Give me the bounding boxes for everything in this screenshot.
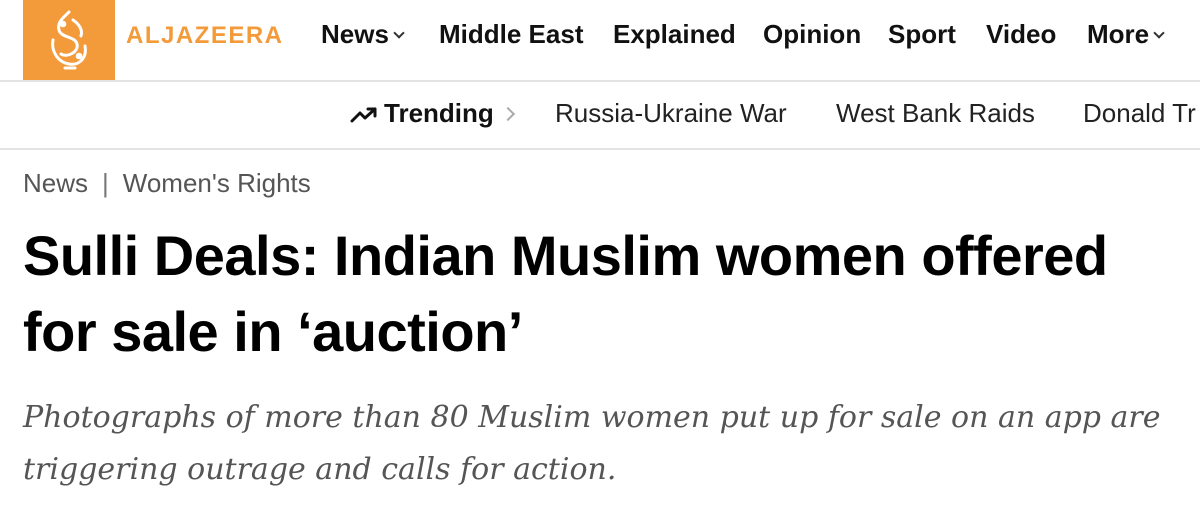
trending-link[interactable]: Russia-Ukraine War <box>555 98 787 129</box>
chevron-down-icon <box>393 27 405 39</box>
nav-item-middle-east[interactable]: Middle East <box>439 19 583 50</box>
nav-item-label: Opinion <box>763 19 862 49</box>
trending-link[interactable]: Donald Tr <box>1083 98 1196 129</box>
aljazeera-logo[interactable] <box>23 0 115 80</box>
nav-item-label: Video <box>986 19 1057 49</box>
breadcrumb-section[interactable]: News <box>23 168 88 198</box>
nav-item-news[interactable]: News <box>321 19 405 50</box>
trending-label[interactable]: Trending <box>384 98 494 129</box>
breadcrumb: News | Women's Rights <box>23 168 311 199</box>
nav-item-label: More <box>1087 19 1150 49</box>
trending-bar: Trending Russia-Ukraine War West Bank Ra… <box>0 84 1200 150</box>
nav-item-label: News <box>321 19 389 49</box>
chevron-down-icon <box>1153 27 1165 39</box>
site-header: ALJAZEERA News Middle East Explained Opi… <box>0 0 1200 82</box>
article-headline: Sulli Deals: Indian Muslim women offered… <box>23 224 1108 363</box>
nav-item-label: Middle East <box>439 19 584 49</box>
breadcrumb-topic[interactable]: Women's Rights <box>123 168 311 198</box>
nav-item-opinion[interactable]: Opinion <box>763 19 861 50</box>
breadcrumb-separator: | <box>102 168 109 198</box>
aljazeera-calligraphy-icon <box>51 10 87 70</box>
trending-up-icon <box>350 107 377 123</box>
nav-item-video[interactable]: Video <box>986 19 1056 50</box>
nav-item-more[interactable]: More <box>1087 19 1165 50</box>
chevron-right-icon <box>500 106 516 122</box>
nav-item-sport[interactable]: Sport <box>888 19 956 50</box>
article-subhead: Photographs of more than 80 Muslim women… <box>23 400 1161 487</box>
nav-item-label: Explained <box>613 19 736 49</box>
nav-item-label: Sport <box>888 19 956 49</box>
trending-link[interactable]: West Bank Raids <box>836 98 1035 129</box>
brand-name[interactable]: ALJAZEERA <box>126 22 284 50</box>
nav-item-explained[interactable]: Explained <box>613 19 736 50</box>
